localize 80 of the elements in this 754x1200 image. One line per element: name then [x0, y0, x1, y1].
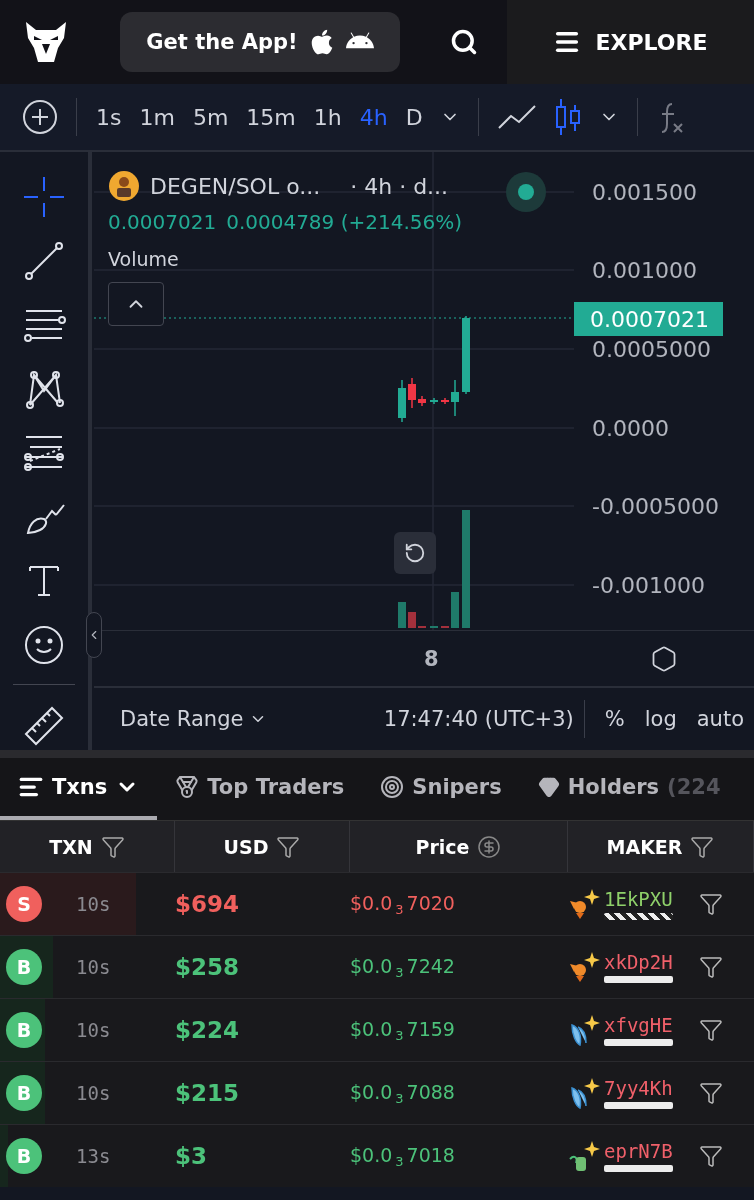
price-tick: 0.0005000 [592, 336, 711, 362]
maker-address[interactable]: xkDp2H [604, 951, 673, 973]
filter-button[interactable] [698, 1081, 723, 1105]
settings-button[interactable] [650, 644, 678, 673]
filter-button[interactable] [698, 955, 723, 979]
price-tick: 0.0000 [592, 415, 669, 441]
auto-button[interactable]: auto [686, 707, 754, 731]
price-cell-text: $0.0$_{3}$7088 [350, 1080, 456, 1106]
maker-badge-icon [568, 950, 602, 984]
reset-icon [404, 542, 426, 564]
timeframe-tab[interactable]: 5m [183, 104, 238, 130]
price-tick: -0.0005000 [592, 493, 719, 519]
crosshair-icon [22, 175, 66, 219]
last-value: 0.0007021 [108, 210, 217, 234]
maker-badge-icon [568, 1013, 602, 1047]
column-title: TXN [49, 835, 93, 858]
time-tick: 8 [424, 646, 439, 671]
filter-icon[interactable] [276, 834, 301, 859]
age-cell: 10s [76, 1019, 111, 1041]
smiley-icon [22, 623, 66, 667]
get-app-button[interactable]: Get the App! [120, 12, 400, 72]
token-avatar-icon [108, 170, 140, 202]
panel-tab[interactable]: Holders (224 [519, 758, 739, 820]
medal-icon [175, 775, 200, 799]
price-tick: 0.001500 [592, 179, 697, 205]
age-cell: 10s [76, 956, 111, 978]
column-title: MAKER [606, 835, 683, 858]
volume-label: Volume [108, 248, 180, 270]
percent-button[interactable]: % [594, 707, 635, 731]
trend-line-icon [22, 239, 66, 283]
interval-label: · 4h · d... [350, 173, 449, 199]
side-badge: B [6, 1138, 42, 1174]
timeframe-tab[interactable]: 1m [130, 104, 184, 130]
change-value: 0.0004789 (+214.56%) [226, 210, 462, 234]
usd-cell-text: $694 [175, 891, 240, 917]
filter-button[interactable] [698, 892, 723, 916]
timeframe-tab[interactable]: 1h [304, 104, 351, 130]
maker-badge-icon [568, 887, 602, 921]
dollar-icon [477, 834, 502, 859]
panel-tab[interactable]: Snipers [362, 758, 520, 820]
filter-icon[interactable] [690, 834, 715, 859]
target-icon [380, 775, 405, 799]
maker-address[interactable]: 1EkPXU [604, 888, 673, 910]
filter-button[interactable] [698, 1018, 723, 1042]
search-button[interactable] [450, 28, 478, 56]
price-cell-text: $0.0$_{3}$7018 [350, 1143, 456, 1169]
price-tick: 0.001000 [592, 257, 697, 283]
filter-button[interactable] [698, 1144, 723, 1168]
maker-address[interactable]: xfvgHE [604, 1014, 673, 1036]
age-cell: 13s [76, 1145, 111, 1167]
price-cell-text: $0.0$_{3}$7159 [350, 1017, 456, 1043]
diamond-icon [537, 776, 560, 798]
explore-button[interactable]: EXPLORE [507, 0, 754, 84]
maker-address[interactable]: 7yy4Kh [604, 1077, 673, 1099]
price-tick: -0.001000 [592, 572, 705, 598]
column-title: Price [415, 835, 470, 858]
clock-text: 17:47:40 (UTC+3) [383, 707, 574, 731]
age-cell: 10s [76, 1082, 111, 1104]
usd-cell-text: $215 [175, 1080, 240, 1106]
timeframe-tab[interactable]: 1s [87, 104, 131, 130]
usd-cell-text: $224 [175, 1017, 240, 1043]
current-price-tag: 0.0007021 [574, 302, 723, 336]
symbol-title: DEGEN/SOL o... [150, 173, 321, 199]
price-cell-text: $0.0$_{3}$7242 [350, 954, 456, 980]
reset-chart-button[interactable] [394, 532, 436, 574]
price-cell-text: $0.0$_{3}$7020 [350, 891, 456, 917]
filter-icon[interactable] [100, 834, 125, 859]
timeframe-tab[interactable]: 4h [350, 104, 397, 130]
maker-badge-icon [568, 1139, 602, 1173]
maker-address[interactable]: eprN7B [604, 1140, 673, 1162]
usd-cell-text: $258 [175, 954, 240, 980]
panel-tab[interactable]: Top Traders [157, 758, 363, 820]
timeframe-tab[interactable]: 15m [237, 104, 305, 130]
age-cell: 10s [76, 893, 111, 915]
log-button[interactable]: log [634, 707, 687, 731]
date-range-dropdown[interactable]: Date Range [110, 707, 278, 731]
maker-badge-icon [568, 1076, 602, 1110]
column-title: USD [223, 835, 269, 858]
usd-cell-text: $3 [175, 1143, 208, 1169]
timeframe-tab[interactable]: D [396, 104, 432, 130]
